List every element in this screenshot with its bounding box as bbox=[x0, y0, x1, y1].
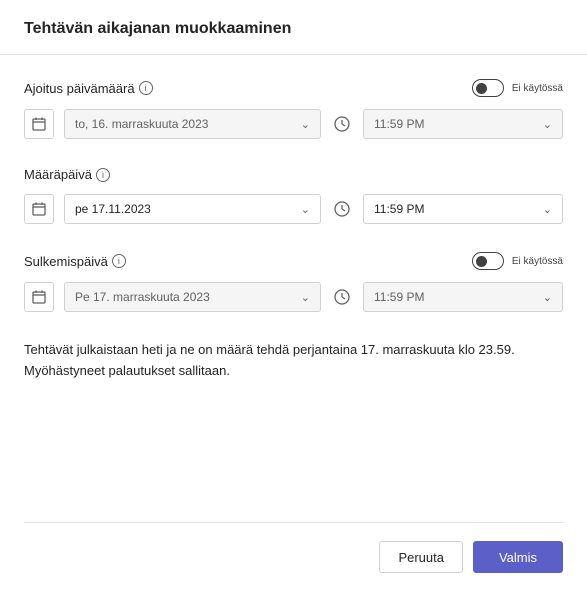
info-icon: i bbox=[112, 254, 126, 268]
close-time-value: 11:59 PM bbox=[374, 290, 424, 304]
calendar-icon bbox=[24, 109, 54, 139]
schedule-date-select[interactable]: to, 16. marraskuuta 2023 ⌄ bbox=[64, 109, 321, 139]
clock-icon bbox=[331, 198, 353, 220]
schedule-time-select[interactable]: 11:59 PM ⌄ bbox=[363, 109, 563, 139]
schedule-toggle-label: Ei käytössä bbox=[512, 83, 563, 94]
chevron-down-icon: ⌄ bbox=[543, 291, 552, 304]
divider bbox=[0, 54, 587, 55]
calendar-icon bbox=[24, 194, 54, 224]
due-section: Määräpäivä i pe 17.11.2023 ⌄ 11:59 PM ⌄ bbox=[24, 167, 563, 224]
chevron-down-icon: ⌄ bbox=[543, 203, 552, 216]
chevron-down-icon: ⌄ bbox=[301, 118, 310, 131]
schedule-date-value: to, 16. marraskuuta 2023 bbox=[75, 117, 208, 131]
chevron-down-icon: ⌄ bbox=[543, 118, 552, 131]
close-date-select[interactable]: Pe 17. marraskuuta 2023 ⌄ bbox=[64, 282, 321, 312]
info-icon: i bbox=[139, 81, 153, 95]
due-date-select[interactable]: pe 17.11.2023 ⌄ bbox=[64, 194, 321, 224]
info-icon: i bbox=[96, 168, 110, 182]
calendar-icon bbox=[24, 282, 54, 312]
done-button[interactable]: Valmis bbox=[473, 541, 563, 573]
summary-text: Tehtävät julkaistaan heti ja ne on määrä… bbox=[24, 340, 563, 382]
close-section: Sulkemispäivä i Ei käytössä Pe 17. marra… bbox=[24, 252, 563, 312]
clock-icon bbox=[331, 286, 353, 308]
due-label: Määräpäivä bbox=[24, 167, 92, 182]
schedule-label: Ajoitus päivämäärä bbox=[24, 81, 135, 96]
footer: Peruuta Valmis bbox=[24, 522, 563, 573]
close-time-select[interactable]: 11:59 PM ⌄ bbox=[363, 282, 563, 312]
due-time-value: 11:59 PM bbox=[374, 202, 424, 216]
schedule-time-value: 11:59 PM bbox=[374, 117, 424, 131]
close-toggle[interactable] bbox=[472, 252, 504, 270]
close-date-value: Pe 17. marraskuuta 2023 bbox=[75, 290, 210, 304]
close-toggle-label: Ei käytössä bbox=[512, 256, 563, 267]
clock-icon bbox=[331, 113, 353, 135]
chevron-down-icon: ⌄ bbox=[301, 291, 310, 304]
due-date-value: pe 17.11.2023 bbox=[75, 202, 151, 216]
cancel-button[interactable]: Peruuta bbox=[379, 541, 463, 573]
schedule-toggle[interactable] bbox=[472, 79, 504, 97]
chevron-down-icon: ⌄ bbox=[301, 203, 310, 216]
dialog-title: Tehtävän aikajanan muokkaaminen bbox=[24, 20, 563, 38]
close-label: Sulkemispäivä bbox=[24, 254, 108, 269]
due-time-select[interactable]: 11:59 PM ⌄ bbox=[363, 194, 563, 224]
schedule-section: Ajoitus päivämäärä i Ei käytössä to, 16.… bbox=[24, 79, 563, 139]
